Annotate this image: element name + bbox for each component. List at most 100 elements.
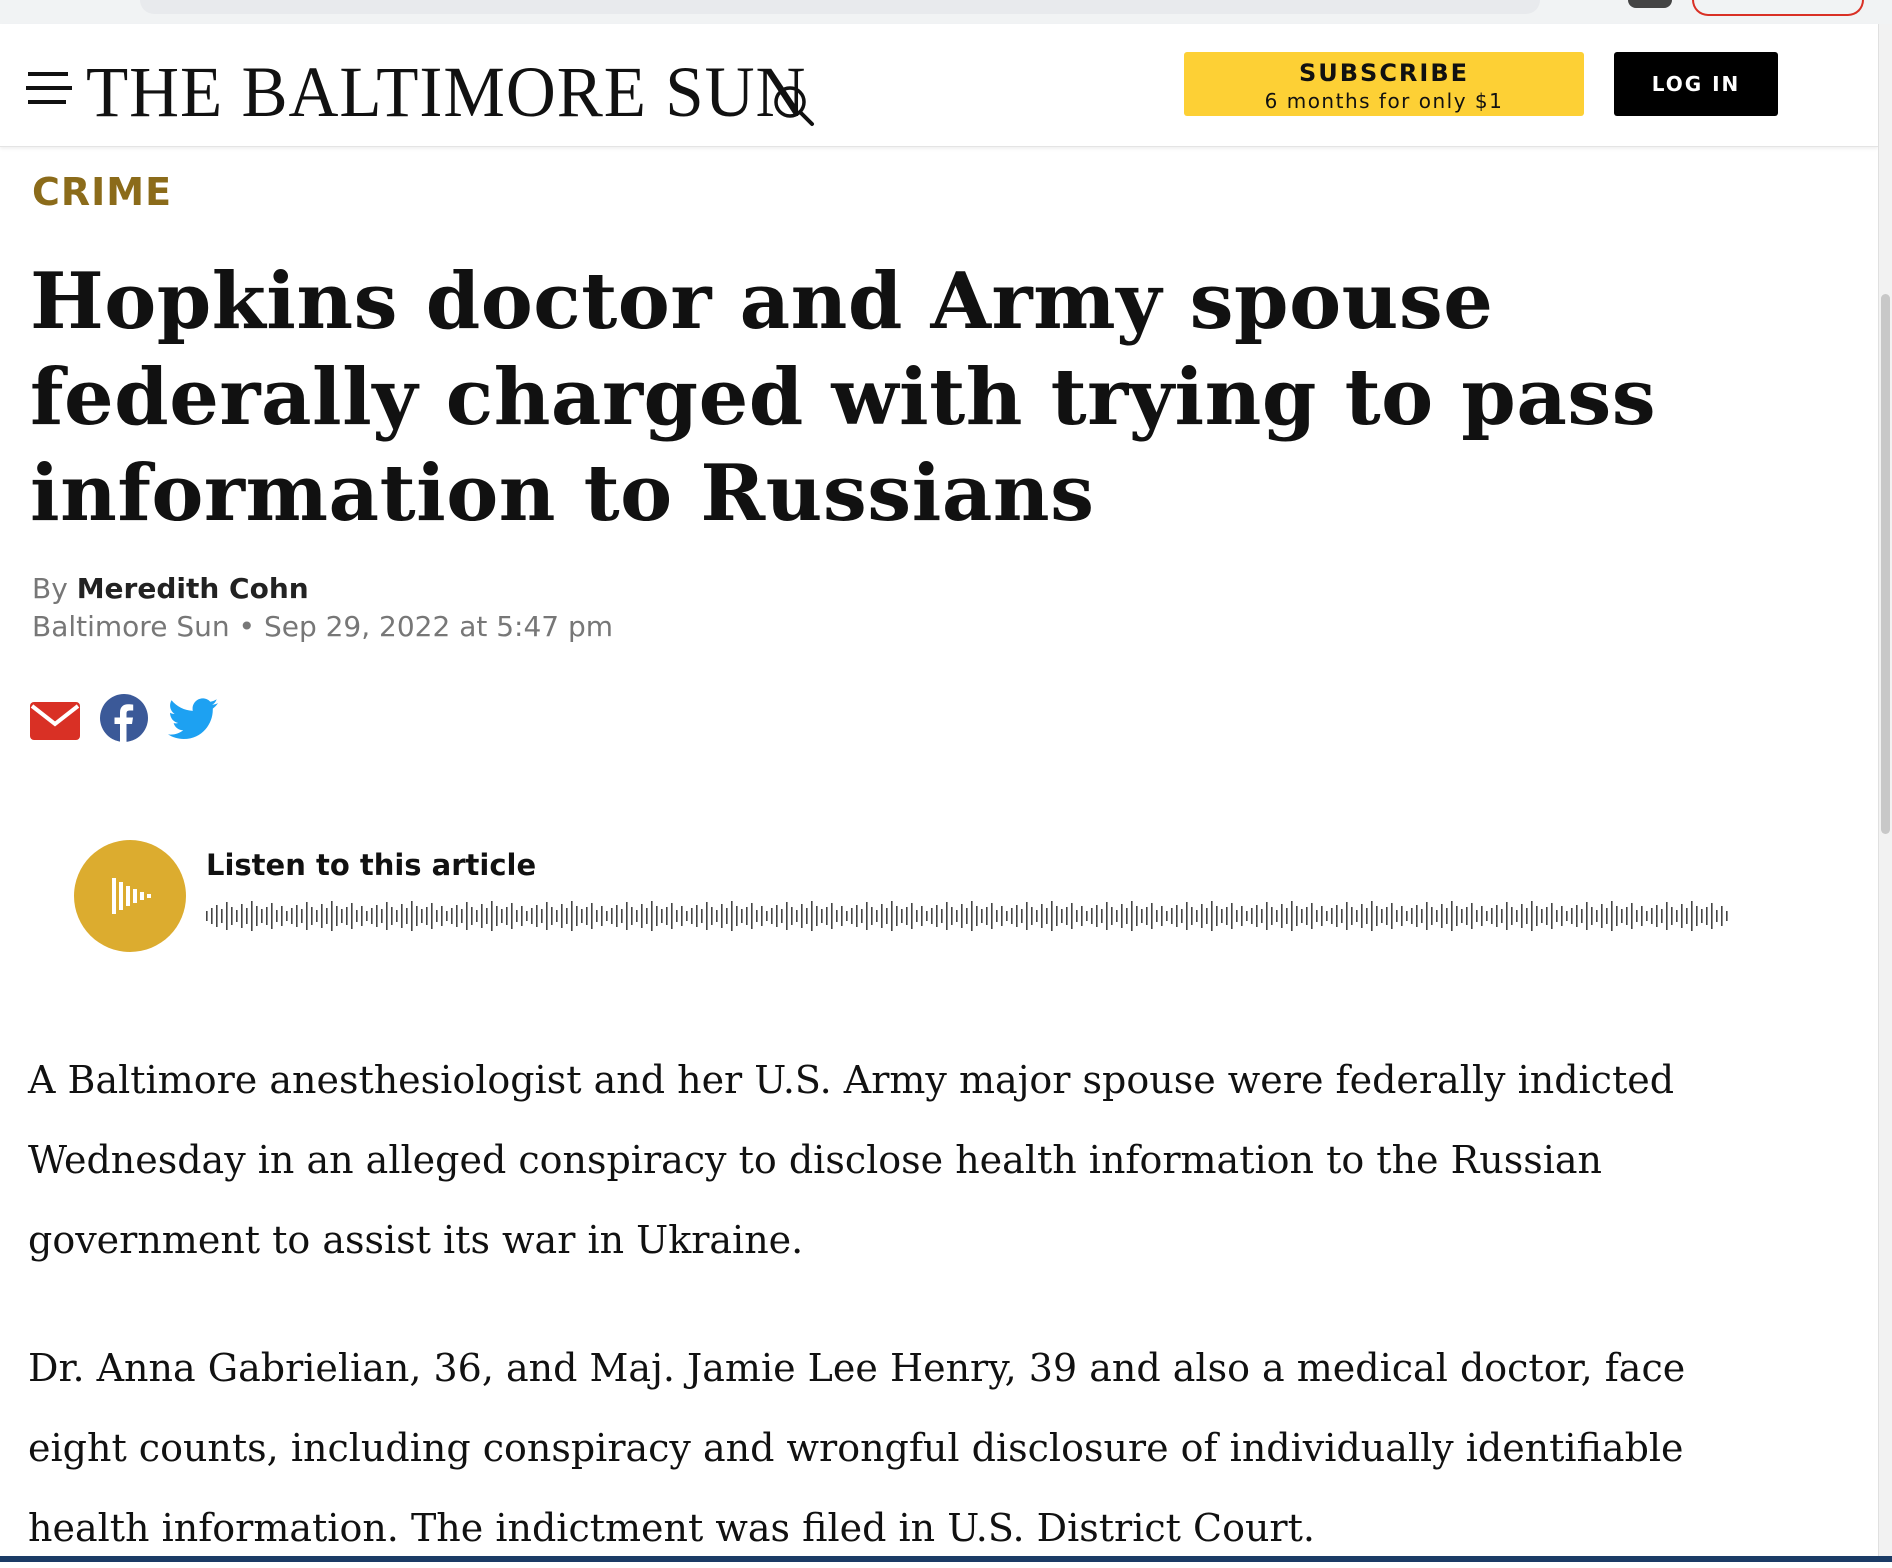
waveform-bar [751, 903, 753, 929]
waveform-bar [286, 911, 288, 921]
waveform-bar [1056, 906, 1058, 926]
waveform-bar [1466, 907, 1468, 925]
waveform-bar [1196, 910, 1198, 922]
waveform-bar [976, 906, 978, 926]
waveform-bar [261, 909, 263, 923]
waveform-bar [616, 905, 618, 927]
waveform-bar [411, 901, 413, 931]
waveform-bar [1721, 906, 1723, 926]
waveform-bar [556, 910, 558, 922]
waveform-bar [696, 905, 698, 927]
waveform-bar [1386, 907, 1388, 925]
site-logo[interactable]: THE BALTIMORE SUN [86, 50, 806, 134]
waveform-bar [1356, 910, 1358, 922]
waveform-bar [1176, 905, 1178, 927]
search-icon[interactable] [772, 84, 816, 128]
waveform-bar [596, 910, 598, 922]
address-bar[interactable] [140, 0, 1540, 14]
waveform-bar [266, 907, 268, 925]
waveform-bar [251, 901, 253, 931]
waveform-bar [861, 909, 863, 923]
waveform-bar [856, 905, 858, 927]
waveform-bar [331, 901, 333, 931]
waveform-bar [1471, 903, 1473, 929]
waveform-bar [1066, 907, 1068, 925]
waveform-bar [971, 901, 973, 931]
waveform-bar [1286, 908, 1288, 924]
waveform-bar [1571, 908, 1573, 924]
waveform-bar [491, 901, 493, 931]
waveform-bar [921, 906, 923, 926]
hamburger-menu-icon[interactable] [26, 66, 72, 104]
waveform-bar [1231, 903, 1233, 929]
audio-waveform[interactable] [206, 896, 1734, 936]
browser-action-button[interactable] [1692, 0, 1864, 16]
waveform-bar [1661, 909, 1663, 923]
waveform-bar [346, 907, 348, 925]
waveform-bar [1411, 908, 1413, 924]
waveform-bar [916, 910, 918, 922]
waveform-bar [1441, 904, 1443, 928]
waveform-bar [951, 907, 953, 925]
twitter-icon[interactable] [168, 698, 218, 744]
waveform-bar [1506, 902, 1508, 930]
waveform-bar [1666, 902, 1668, 930]
waveform-bar [621, 909, 623, 923]
waveform-bar [986, 907, 988, 925]
waveform-bar [516, 910, 518, 922]
waveform-bar [1141, 909, 1143, 923]
waveform-bar [526, 911, 528, 921]
waveform-bar [1401, 906, 1403, 926]
waveform-bar [641, 904, 643, 928]
waveform-bar [511, 903, 513, 929]
waveform-bar [1131, 901, 1133, 931]
section-label[interactable]: CRIME [32, 170, 172, 214]
waveform-bar [726, 908, 728, 924]
waveform-bar [1566, 911, 1568, 921]
waveform-bar [1001, 906, 1003, 926]
waveform-bar [1526, 908, 1528, 924]
waveform-bar [1686, 908, 1688, 924]
waveform-bar [881, 904, 883, 928]
waveform-bar [1591, 907, 1593, 925]
waveform-bar [961, 904, 963, 928]
scrollbar-thumb[interactable] [1881, 294, 1890, 834]
waveform-bar [1326, 911, 1328, 921]
article-meta: Baltimore Sun • Sep 29, 2022 at 5:47 pm [32, 610, 613, 643]
subscribe-button[interactable]: SUBSCRIBE 6 months for only $1 [1184, 52, 1584, 116]
waveform-bar [1711, 903, 1713, 929]
author-link[interactable]: Meredith Cohn [77, 572, 309, 605]
audio-play-button[interactable] [74, 840, 186, 952]
waveform-bar [1166, 911, 1168, 921]
waveform-bar [741, 909, 743, 923]
waveform-bar [521, 906, 523, 926]
email-icon[interactable] [30, 702, 80, 744]
waveform-bar [1486, 911, 1488, 921]
waveform-bar [366, 911, 368, 921]
waveform-bar [566, 908, 568, 924]
waveform-bar [1201, 904, 1203, 928]
waveform-bar [1281, 904, 1283, 928]
waveform-bar [1191, 907, 1193, 925]
waveform-bar [1046, 908, 1048, 924]
profile-avatar[interactable] [1628, 0, 1672, 8]
waveform-bar [1211, 901, 1213, 931]
waveform-bar [1456, 906, 1458, 926]
waveform-bar [656, 906, 658, 926]
waveform-bar [406, 908, 408, 924]
waveform-bar [1581, 909, 1583, 923]
scrollbar[interactable] [1878, 24, 1892, 1562]
facebook-icon[interactable] [100, 694, 148, 746]
waveform-bar [571, 901, 573, 931]
waveform-bar [1266, 902, 1268, 930]
waveform-bar [1556, 910, 1558, 922]
waveform-bar [1606, 908, 1608, 924]
subscribe-title: SUBSCRIBE [1298, 59, 1470, 87]
waveform-bar [1081, 906, 1083, 926]
waveform-bar [1361, 904, 1363, 928]
waveform-bar [1181, 909, 1183, 923]
waveform-bar [1331, 908, 1333, 924]
login-button[interactable]: LOG IN [1614, 52, 1778, 116]
waveform-bar [1636, 910, 1638, 922]
waveform-bar [456, 905, 458, 927]
